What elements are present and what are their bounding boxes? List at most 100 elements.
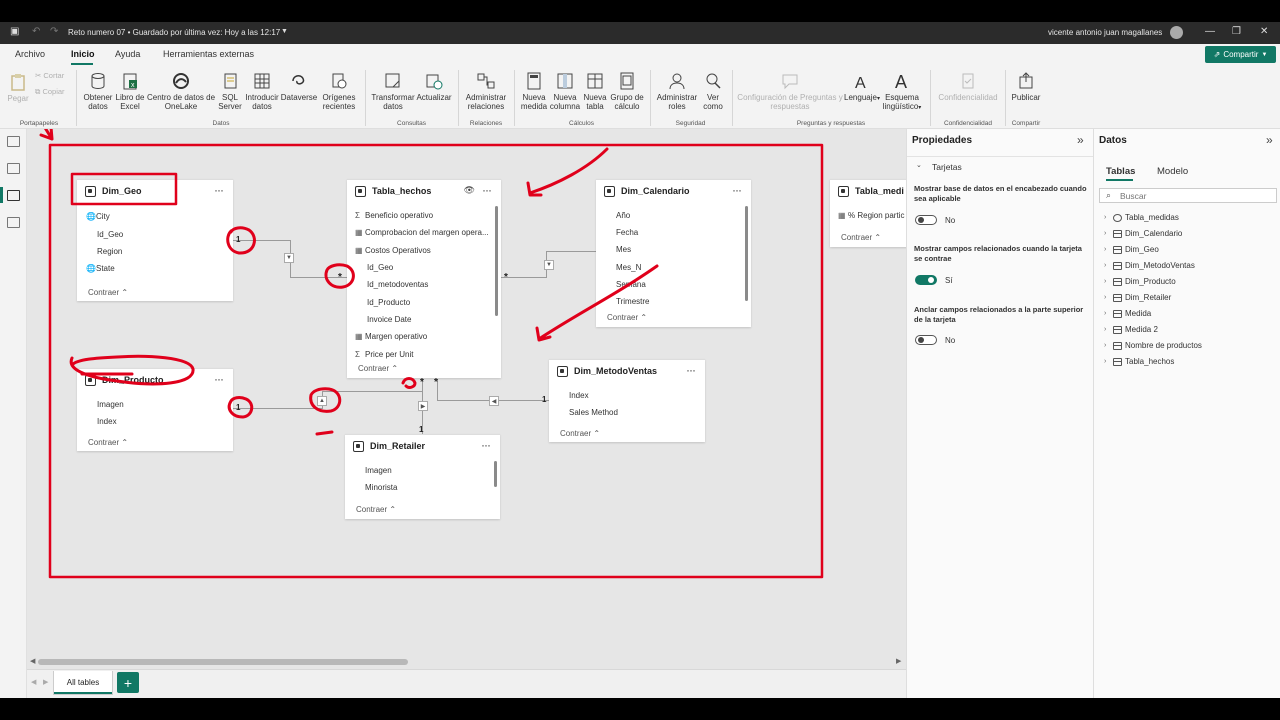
- more-options-icon[interactable]: ···: [481, 438, 491, 452]
- close-icon[interactable]: ✕: [1260, 26, 1268, 37]
- field-item[interactable]: Mes_N: [616, 263, 641, 272]
- card-scrollbar[interactable]: [745, 206, 748, 301]
- new-measure-button[interactable]: Nueva medida: [518, 71, 550, 111]
- field-item[interactable]: Fecha: [616, 228, 638, 237]
- tab-modelo[interactable]: Modelo: [1157, 166, 1188, 177]
- tab-prev-icon[interactable]: ◀: [31, 678, 36, 686]
- field-item[interactable]: ▦ Costos Operativos: [355, 246, 431, 255]
- relationship-line[interactable]: [233, 240, 291, 241]
- table-card-tabla-hechos[interactable]: Tabla_hechos 👁 ··· Σ Beneficio operativo …: [347, 179, 501, 378]
- more-options-icon[interactable]: ···: [214, 183, 224, 197]
- collapse-pane-icon[interactable]: »: [1077, 133, 1084, 147]
- card-header[interactable]: Dim_Producto ···: [77, 369, 233, 393]
- cut-button[interactable]: ✂ Cortar: [35, 71, 75, 80]
- layout-tab-all-tables[interactable]: All tables: [53, 671, 113, 695]
- restore-icon[interactable]: ❐: [1232, 26, 1241, 37]
- undo-icon[interactable]: ↶: [32, 26, 40, 37]
- dataverse-button[interactable]: Dataverse: [280, 71, 318, 102]
- title-dropdown-icon[interactable]: ▼: [281, 28, 288, 35]
- field-item[interactable]: Imagen: [365, 466, 392, 475]
- chevron-down-icon[interactable]: ⌄: [916, 161, 922, 169]
- more-options-icon[interactable]: ···: [482, 183, 492, 197]
- field-item[interactable]: ▦ Comprobacion del margen opera...: [355, 228, 489, 237]
- tree-item-table[interactable]: › Dim_Producto: [1104, 277, 1176, 286]
- tree-item-table[interactable]: › Nombre de productos: [1104, 341, 1202, 350]
- linguistic-schema-button[interactable]: A Esquema lingüístico▾: [878, 71, 926, 113]
- new-table-button[interactable]: Nueva tabla: [580, 71, 610, 111]
- collapse-pane-icon[interactable]: »: [1266, 133, 1273, 147]
- collapse-button[interactable]: Contraer ⌃: [88, 438, 128, 447]
- table-card-dim-producto[interactable]: Dim_Producto ··· Imagen Index Contraer ⌃: [77, 368, 233, 451]
- field-item[interactable]: Invoice Date: [367, 315, 411, 324]
- tree-item-table[interactable]: › Dim_Calendario: [1104, 229, 1182, 238]
- minimize-icon[interactable]: —: [1205, 26, 1215, 37]
- language-button[interactable]: A Lenguaje▾: [843, 71, 881, 104]
- report-view-icon[interactable]: [7, 136, 20, 147]
- card-scrollbar[interactable]: [494, 461, 497, 487]
- field-item[interactable]: 🌐City: [86, 212, 110, 221]
- field-item[interactable]: Region: [97, 247, 122, 256]
- table-card-dim-geo[interactable]: Dim_Geo ··· 🌐City Id_Geo Region 🌐State C…: [77, 179, 233, 301]
- tree-item-table[interactable]: › Tabla_hechos: [1104, 357, 1174, 366]
- refresh-button[interactable]: Actualizar: [415, 71, 453, 102]
- field-item[interactable]: Id_Producto: [367, 298, 410, 307]
- field-item[interactable]: 🌐State: [86, 264, 115, 273]
- search-input[interactable]: [1120, 190, 1270, 202]
- field-item[interactable]: Año: [616, 211, 630, 220]
- relationship-line[interactable]: [233, 408, 323, 409]
- field-item[interactable]: Minorista: [365, 483, 397, 492]
- avatar[interactable]: [1170, 26, 1183, 39]
- card-scrollbar[interactable]: [495, 206, 498, 316]
- section-header-tarjetas[interactable]: Tarjetas: [932, 162, 962, 172]
- card-header[interactable]: Tabla_hechos 👁 ···: [347, 180, 501, 204]
- tab-tablas[interactable]: Tablas: [1106, 166, 1135, 177]
- field-item[interactable]: Semana: [616, 280, 646, 289]
- model-canvas[interactable]: ▼ ▼ ▲ ▶ ◀ 1 * * 1 * * 1 1 Dim_Geo ··· 🌐C…: [27, 129, 906, 669]
- field-item[interactable]: Index: [569, 391, 589, 400]
- tree-item-table[interactable]: › Medida 2: [1104, 325, 1158, 334]
- more-options-icon[interactable]: ···: [686, 363, 696, 377]
- publish-button[interactable]: Publicar: [1009, 71, 1043, 102]
- collapse-button[interactable]: Contraer ⌃: [358, 364, 398, 373]
- field-item[interactable]: Trimestre: [616, 297, 649, 306]
- field-item[interactable]: Σ Price per Unit: [355, 350, 413, 359]
- eye-icon[interactable]: 👁: [464, 185, 475, 196]
- manage-roles-button[interactable]: Administrar roles: [654, 71, 700, 111]
- field-item[interactable]: ▦% Region partic: [838, 211, 904, 220]
- toggle-show-database[interactable]: [915, 215, 937, 225]
- redo-icon[interactable]: ↷: [50, 26, 58, 37]
- transform-data-button[interactable]: Transformar datos: [370, 71, 416, 111]
- card-header[interactable]: Dim_Retailer ···: [345, 435, 500, 459]
- search-field[interactable]: ⌕: [1099, 188, 1277, 203]
- field-item[interactable]: ▦ Margen operativo: [355, 332, 427, 341]
- tree-item-table[interactable]: › Dim_Retailer: [1104, 293, 1171, 302]
- tree-item-table[interactable]: › Medida: [1104, 309, 1151, 318]
- field-item[interactable]: Sales Method: [569, 408, 618, 417]
- model-view-icon[interactable]: [7, 190, 20, 201]
- table-card-dim-calendario[interactable]: Dim_Calendario ··· Año Fecha Mes Mes_N S…: [596, 179, 751, 327]
- qa-setup-button[interactable]: Configuración de Preguntas y respuestas: [736, 71, 844, 111]
- card-header[interactable]: Dim_Calendario ···: [596, 180, 751, 204]
- collapse-button[interactable]: Contraer ⌃: [607, 313, 647, 322]
- collapse-button[interactable]: Contraer ⌃: [356, 505, 396, 514]
- view-as-button[interactable]: Ver como: [699, 71, 727, 111]
- tab-herramientas-externas[interactable]: Herramientas externas: [163, 49, 254, 59]
- enter-data-button[interactable]: Introducir datos: [243, 71, 281, 111]
- tab-ayuda[interactable]: Ayuda: [115, 49, 140, 59]
- card-header[interactable]: Dim_MetodoVentas ···: [549, 360, 705, 384]
- tab-archivo[interactable]: Archivo: [15, 49, 45, 59]
- relationship-line[interactable]: [546, 251, 596, 252]
- toggle-show-related-fields[interactable]: [915, 275, 937, 285]
- collapse-button[interactable]: Contraer ⌃: [560, 429, 600, 438]
- field-item[interactable]: Id_metodoventas: [367, 280, 428, 289]
- toggle-pin-related-fields[interactable]: [915, 335, 937, 345]
- scrollbar-thumb[interactable]: [38, 659, 408, 665]
- sql-server-button[interactable]: SQL Server: [215, 71, 245, 111]
- card-header[interactable]: Tabla_medi: [830, 180, 906, 204]
- add-layout-button[interactable]: +: [117, 672, 139, 693]
- collapse-button[interactable]: Contraer ⌃: [88, 288, 128, 297]
- tree-item-table[interactable]: › Tabla_medidas: [1104, 213, 1179, 222]
- manage-relationships-button[interactable]: Administrar relaciones: [462, 71, 510, 111]
- card-header[interactable]: Dim_Geo ···: [77, 180, 233, 204]
- table-view-icon[interactable]: [7, 163, 20, 174]
